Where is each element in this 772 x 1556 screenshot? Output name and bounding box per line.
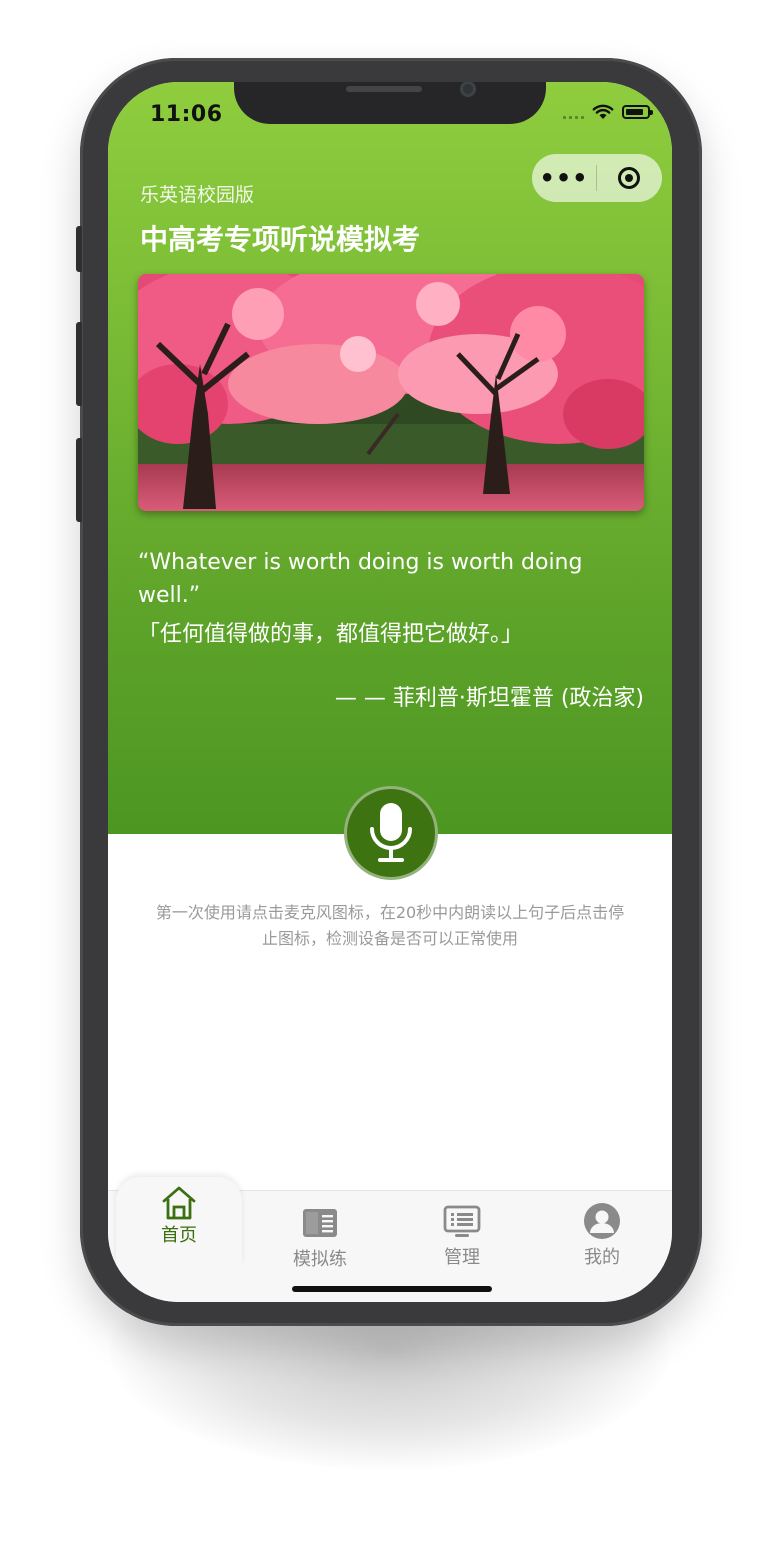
tree-illustration [138,274,644,511]
banner-image [138,274,644,511]
speaker-grille [346,86,422,92]
hero-section: 11:06 ••• 乐英语校园版 中高考专项听说模拟考 “Whatever is… [108,82,672,834]
tab-home-label: 首页 [161,1225,197,1246]
quote-chinese: 「任何值得做的事，都值得把它做好。」 [138,622,524,647]
quote-english: “Whatever is worth doing is worth doing … [138,550,583,608]
tab-manage-label: 管理 [444,1247,480,1268]
app-subtitle: 乐英语校园版 [140,184,255,206]
battery-icon [622,105,653,119]
tab-practice[interactable]: 模拟练 [250,1191,390,1291]
close-mini-program-button[interactable] [597,167,661,189]
volume-down-button [76,438,82,522]
signal-icon [563,105,584,119]
tab-home[interactable]: 首页 [116,1177,242,1265]
mini-program-capsule: ••• [532,154,662,202]
tab-practice-label: 模拟练 [293,1249,347,1270]
tab-manage[interactable]: 管理 [392,1191,532,1291]
mic-test-hint: 第一次使用请点击麦克风图标，在20秒中内朗读以上句子后点击停止图标，检测设备是否… [155,903,625,948]
home-icon [162,1186,196,1220]
microphone-button[interactable] [344,786,438,880]
microphone-icon [370,803,412,862]
quote-author: — — 菲利普·斯坦霍普 (政治家) [334,686,644,711]
phone-screen: 11:06 ••• 乐英语校园版 中高考专项听说模拟考 “Whatever is… [108,82,672,1302]
volume-up-button [76,322,82,406]
silent-switch [76,226,82,272]
target-icon [618,167,640,189]
wifi-icon [592,104,614,119]
home-indicator [292,1286,492,1292]
tab-profile-label: 我的 [584,1247,620,1268]
status-icons [563,104,653,120]
list-icon [443,1205,481,1237]
tab-profile[interactable]: 我的 [532,1191,672,1291]
more-menu-button[interactable]: ••• [532,154,596,202]
book-icon [303,1209,337,1237]
status-time: 11:06 [150,102,223,127]
user-icon [584,1203,620,1239]
front-camera [460,82,476,97]
page-title: 中高考专项听说模拟考 [140,223,421,256]
phone-notch [234,82,546,124]
